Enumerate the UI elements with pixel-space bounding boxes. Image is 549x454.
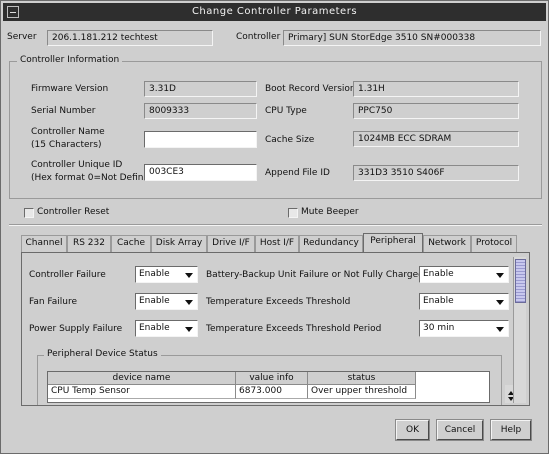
firmware-field: 3.31D	[144, 81, 257, 97]
unique-id-input[interactable]: 003CE3	[144, 164, 257, 181]
cache-size-value: 1024MB ECC SDRAM	[358, 134, 452, 144]
panel-scrollbar[interactable]	[513, 257, 526, 403]
cache-size-field: 1024MB ECC SDRAM	[353, 131, 519, 147]
chevron-down-icon	[185, 300, 193, 305]
column-header[interactable]: device name	[48, 372, 236, 385]
tab-network[interactable]: Network	[423, 235, 471, 252]
chevron-down-icon	[185, 327, 193, 332]
mute-beeper-checkbox[interactable]	[288, 208, 298, 218]
tab-label: Network	[428, 238, 466, 248]
power-failure-value: Enable	[139, 323, 170, 333]
serial-label: Serial Number	[31, 106, 96, 116]
tab-label: Cache	[117, 238, 145, 248]
fan-failure-select[interactable]: Enable	[135, 293, 198, 310]
temp-period-select[interactable]: 30 min	[419, 320, 509, 337]
tab-redundancy[interactable]: Redundancy	[299, 235, 363, 252]
tab-disk-array[interactable]: Disk Array	[151, 235, 207, 252]
window-title: Change Controller Parameters	[191, 6, 358, 17]
tab-label: Peripheral	[370, 236, 416, 246]
mute-beeper-label: Mute Beeper	[301, 207, 359, 217]
tab-label: Drive I/F	[212, 238, 250, 248]
boot-record-value: 1.31H	[358, 84, 385, 94]
server-value: 206.1.181.212 techtest	[52, 33, 158, 43]
boot-record-label: Boot Record Version	[265, 84, 356, 94]
device-status-table: device name value info status CPU Temp S…	[47, 371, 518, 403]
tab-label: Disk Array	[155, 238, 203, 248]
append-file-field: 331D3 3510 S406F	[353, 165, 519, 181]
cpu-type-field: PPC750	[353, 103, 519, 119]
cancel-button[interactable]: Cancel	[437, 420, 483, 440]
server-label: Server	[7, 32, 37, 42]
column-header[interactable]: status	[308, 372, 416, 385]
help-button[interactable]: Help	[491, 420, 531, 440]
bbu-failure-value: Enable	[423, 269, 454, 279]
boot-record-field: 1.31H	[353, 81, 519, 97]
controller-reset-label: Controller Reset	[37, 207, 110, 217]
append-file-value: 331D3 3510 S406F	[358, 168, 445, 178]
append-file-label: Append File ID	[265, 168, 330, 178]
tab-protocol[interactable]: Protocol	[471, 235, 517, 252]
fan-failure-value: Enable	[139, 296, 170, 306]
tab-channel[interactable]: Channel	[21, 235, 67, 252]
unique-id-label: Controller Unique ID	[31, 160, 123, 170]
cache-size-label: Cache Size	[265, 135, 315, 145]
serial-field: 8009333	[144, 103, 257, 119]
controller-name-hint: (15 Characters)	[31, 140, 102, 150]
separator	[9, 224, 542, 226]
controller-failure-label: Controller Failure	[29, 270, 106, 280]
controller-value: Primary] SUN StorEdge 3510 SN#000338	[288, 33, 476, 43]
tab-label: Channel	[25, 238, 63, 248]
temp-threshold-value: Enable	[423, 296, 454, 306]
chevron-down-icon	[185, 273, 193, 278]
power-failure-select[interactable]: Enable	[135, 320, 198, 337]
title-bar[interactable]: Change Controller Parameters	[3, 3, 546, 21]
unique-id-hint: (Hex format 0=Not Defined)	[31, 173, 159, 183]
tab-label: Host I/F	[259, 238, 295, 248]
temp-threshold-select[interactable]: Enable	[419, 293, 509, 310]
temp-threshold-label: Temperature Exceeds Threshold	[206, 297, 351, 307]
window-menu-icon[interactable]	[7, 6, 19, 18]
bbu-failure-label: Battery-Backup Unit Failure or Not Fully…	[206, 270, 424, 280]
ok-button[interactable]: OK	[396, 420, 429, 440]
controller-name-label: Controller Name	[31, 127, 105, 137]
serial-value: 8009333	[149, 106, 190, 116]
tab-host-if[interactable]: Host I/F	[255, 235, 299, 252]
tab-label: Redundancy	[303, 238, 359, 248]
device-status-title: Peripheral Device Status	[44, 349, 161, 359]
chevron-down-icon	[496, 327, 504, 332]
tab-rs232[interactable]: RS 232	[67, 235, 111, 252]
fan-failure-label: Fan Failure	[29, 297, 78, 307]
tab-drive-if[interactable]: Drive I/F	[207, 235, 255, 252]
change-controller-dialog: Change Controller Parameters Server 206.…	[0, 0, 549, 454]
tab-peripheral[interactable]: Peripheral	[363, 233, 423, 253]
peripheral-panel: Controller Failure Enable Battery-Backup…	[21, 252, 530, 406]
controller-reset-checkbox[interactable]	[24, 208, 34, 218]
tab-cache[interactable]: Cache	[111, 235, 151, 252]
tab-label: RS 232	[72, 238, 105, 248]
column-header[interactable]: value info	[236, 372, 308, 385]
tab-label: Protocol	[475, 238, 513, 248]
unique-id-value: 003CE3	[149, 167, 184, 177]
table-cell: CPU Temp Sensor	[48, 385, 236, 399]
controller-failure-value: Enable	[139, 269, 170, 279]
controller-info-title: Controller Information	[17, 55, 123, 65]
firmware-label: Firmware Version	[31, 84, 109, 94]
chevron-down-icon	[496, 273, 504, 278]
firmware-value: 3.31D	[149, 84, 176, 94]
controller-label: Controller	[236, 32, 281, 42]
bbu-failure-select[interactable]: Enable	[419, 266, 509, 283]
scrollbar-thumb[interactable]	[515, 259, 526, 303]
cpu-type-label: CPU Type	[265, 106, 307, 116]
temp-period-label: Temperature Exceeds Threshold Period	[206, 324, 382, 334]
cpu-type-value: PPC750	[358, 106, 393, 116]
temp-period-value: 30 min	[423, 323, 455, 333]
controller-failure-select[interactable]: Enable	[135, 266, 198, 283]
table-cell: 6873.000	[236, 385, 308, 399]
controller-field: Primary] SUN StorEdge 3510 SN#000338	[283, 30, 541, 46]
server-field: 206.1.181.212 techtest	[47, 30, 213, 46]
chevron-down-icon	[496, 300, 504, 305]
power-failure-label: Power Supply Failure	[29, 324, 123, 334]
controller-name-input[interactable]	[144, 131, 257, 148]
table-cell: Over upper threshold	[308, 385, 416, 399]
